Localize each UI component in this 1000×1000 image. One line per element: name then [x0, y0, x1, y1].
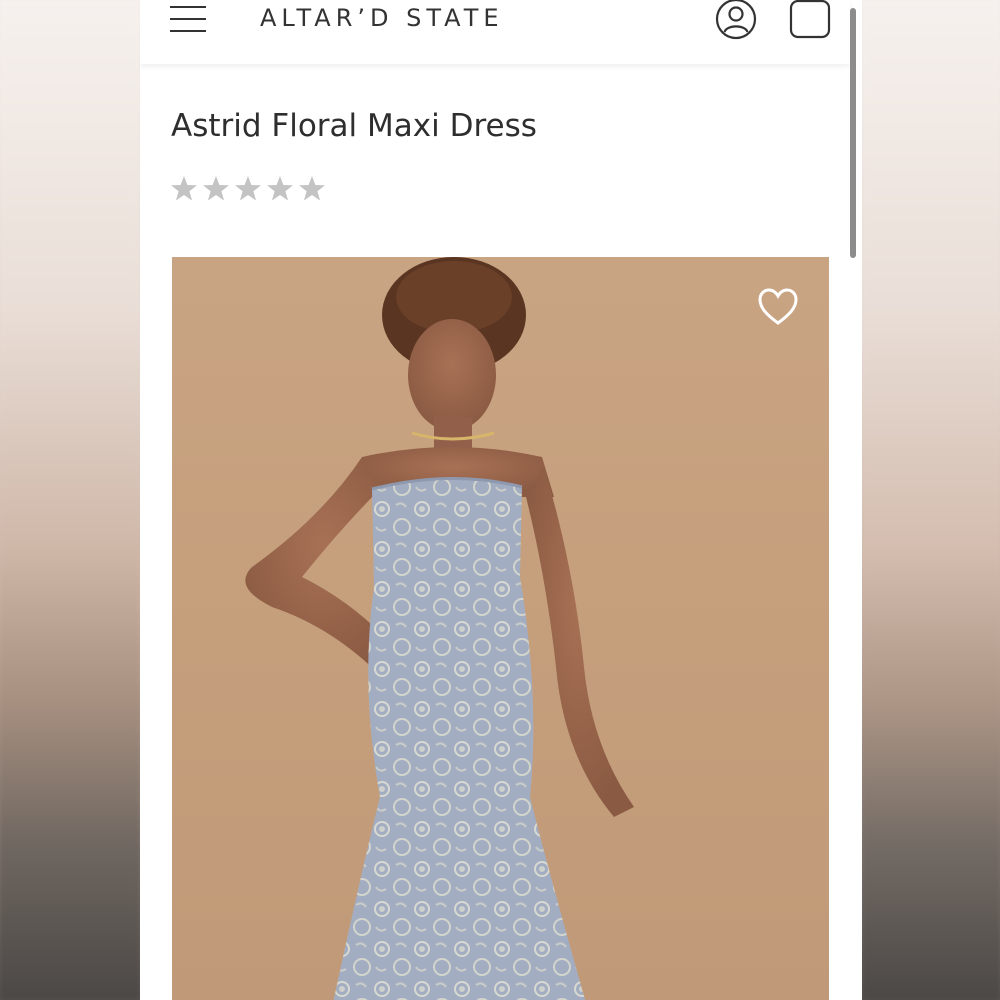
hamburger-menu-icon[interactable]: [170, 6, 206, 34]
blurred-background-left: [0, 0, 140, 1000]
screenshot-stage: ALTAR’D STATE Astrid Floral Maxi Dress: [0, 0, 1000, 1000]
shopping-bag-icon[interactable]: [788, 0, 832, 42]
site-header: ALTAR’D STATE: [140, 0, 850, 64]
star-icon: [299, 176, 325, 201]
page-scrollbar[interactable]: [850, 8, 856, 258]
star-icon: [171, 176, 197, 201]
product-title: Astrid Floral Maxi Dress: [171, 108, 537, 144]
blurred-background-right: [862, 0, 1000, 1000]
mobile-page: ALTAR’D STATE Astrid Floral Maxi Dress: [140, 0, 862, 1000]
favorite-heart-icon[interactable]: [757, 287, 799, 327]
product-image[interactable]: [172, 257, 829, 1000]
star-icon: [267, 176, 293, 201]
star-icon: [235, 176, 261, 201]
brand-logo[interactable]: ALTAR’D STATE: [260, 4, 504, 32]
model-in-dress-illustration: [245, 257, 634, 1000]
star-rating[interactable]: [170, 172, 326, 206]
account-icon[interactable]: [714, 0, 758, 43]
star-icon: [203, 176, 229, 201]
